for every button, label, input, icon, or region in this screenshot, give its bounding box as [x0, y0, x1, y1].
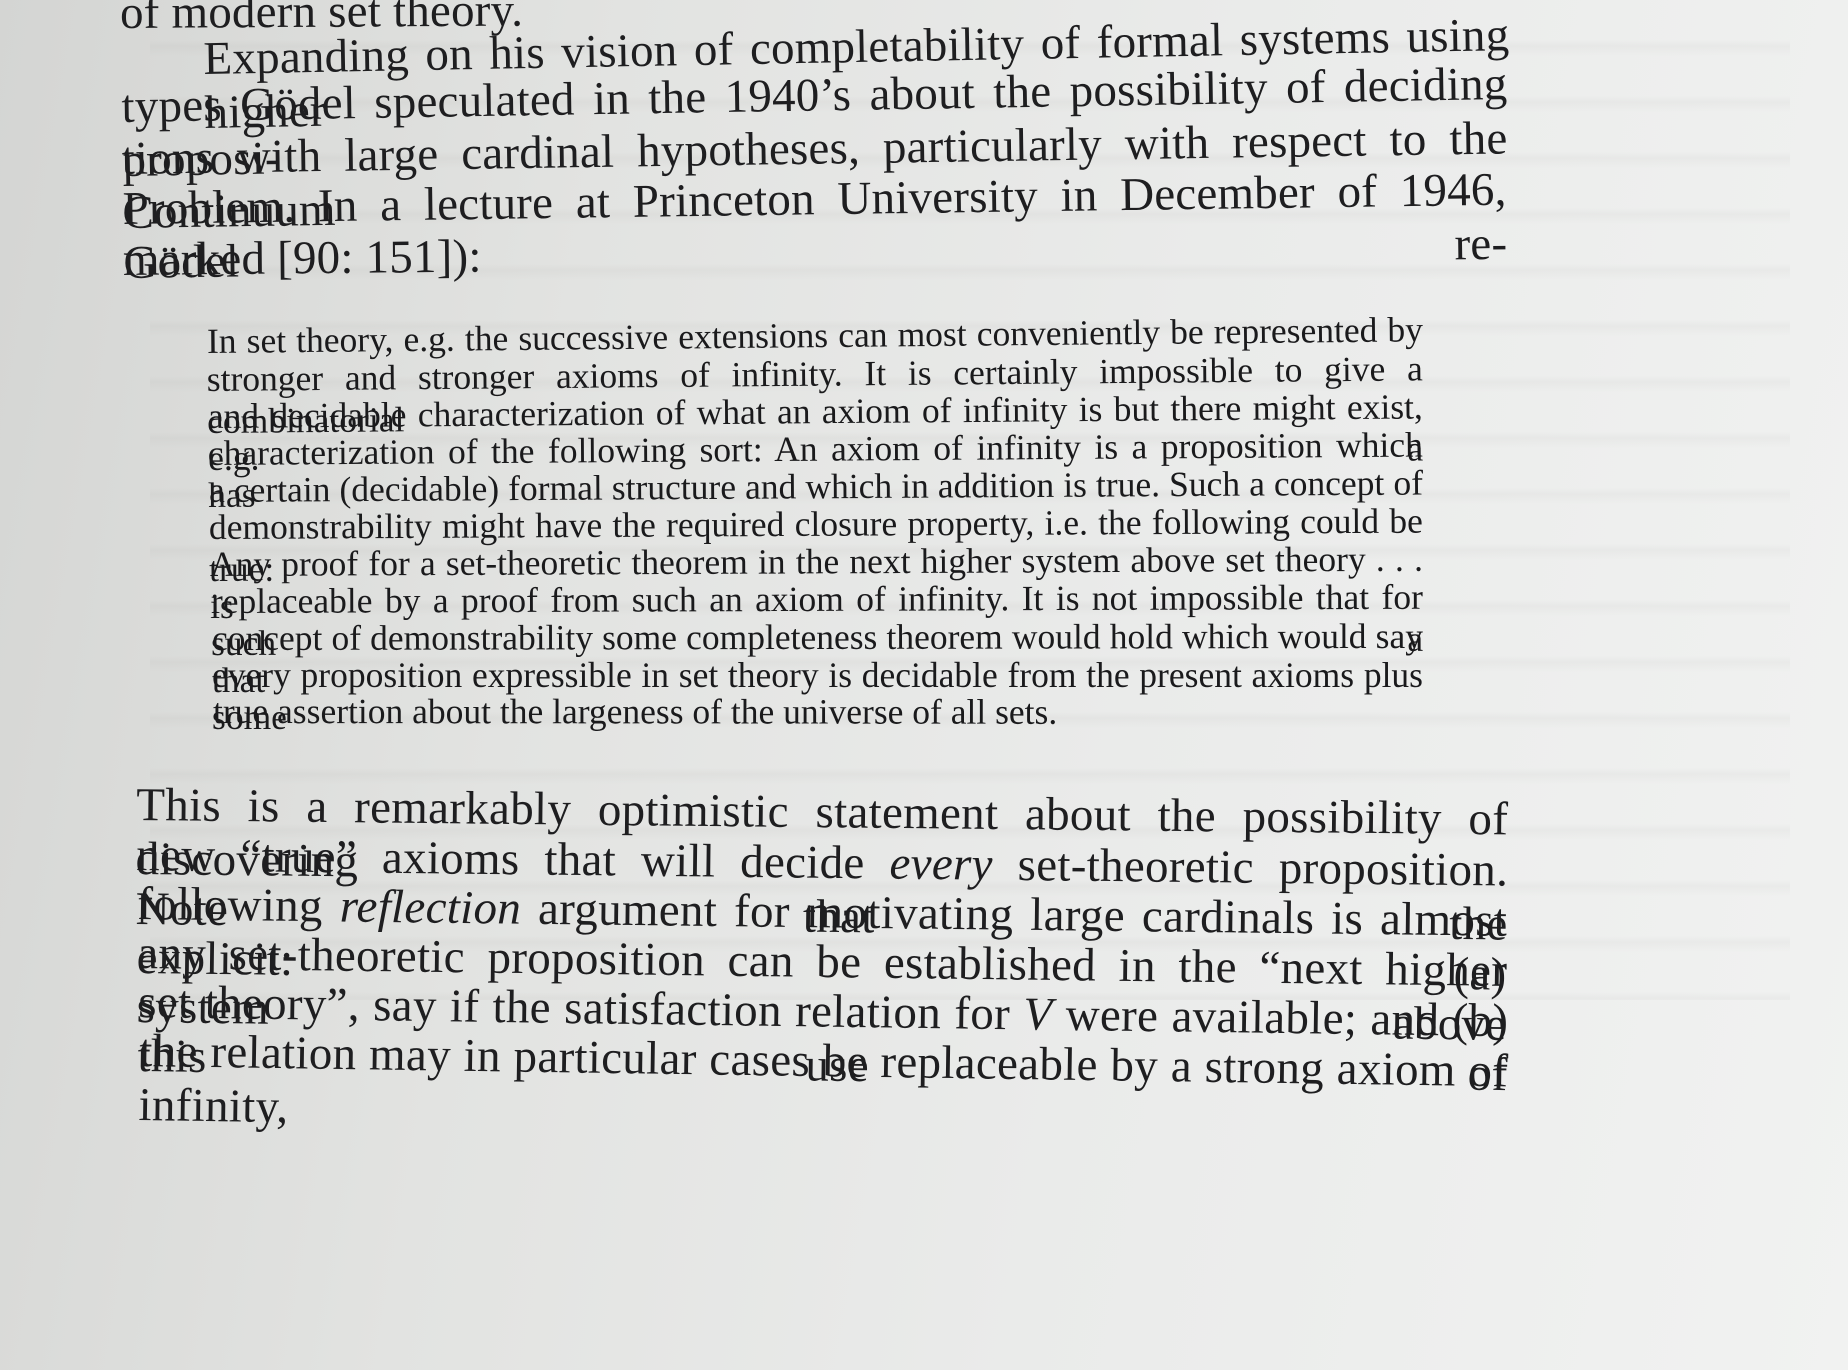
emphasis: V [1023, 988, 1053, 1041]
text-line: marked [90: 151]): [122, 230, 482, 286]
book-page: of modern set theory. Expanding on his v… [0, 0, 1848, 1370]
emphasis: every [889, 837, 994, 891]
text-line: the relation may in particular cases be … [138, 1025, 1509, 1134]
quote-line: true assertion about the largeness of th… [212, 691, 1058, 732]
emphasis: reflection [339, 880, 522, 935]
